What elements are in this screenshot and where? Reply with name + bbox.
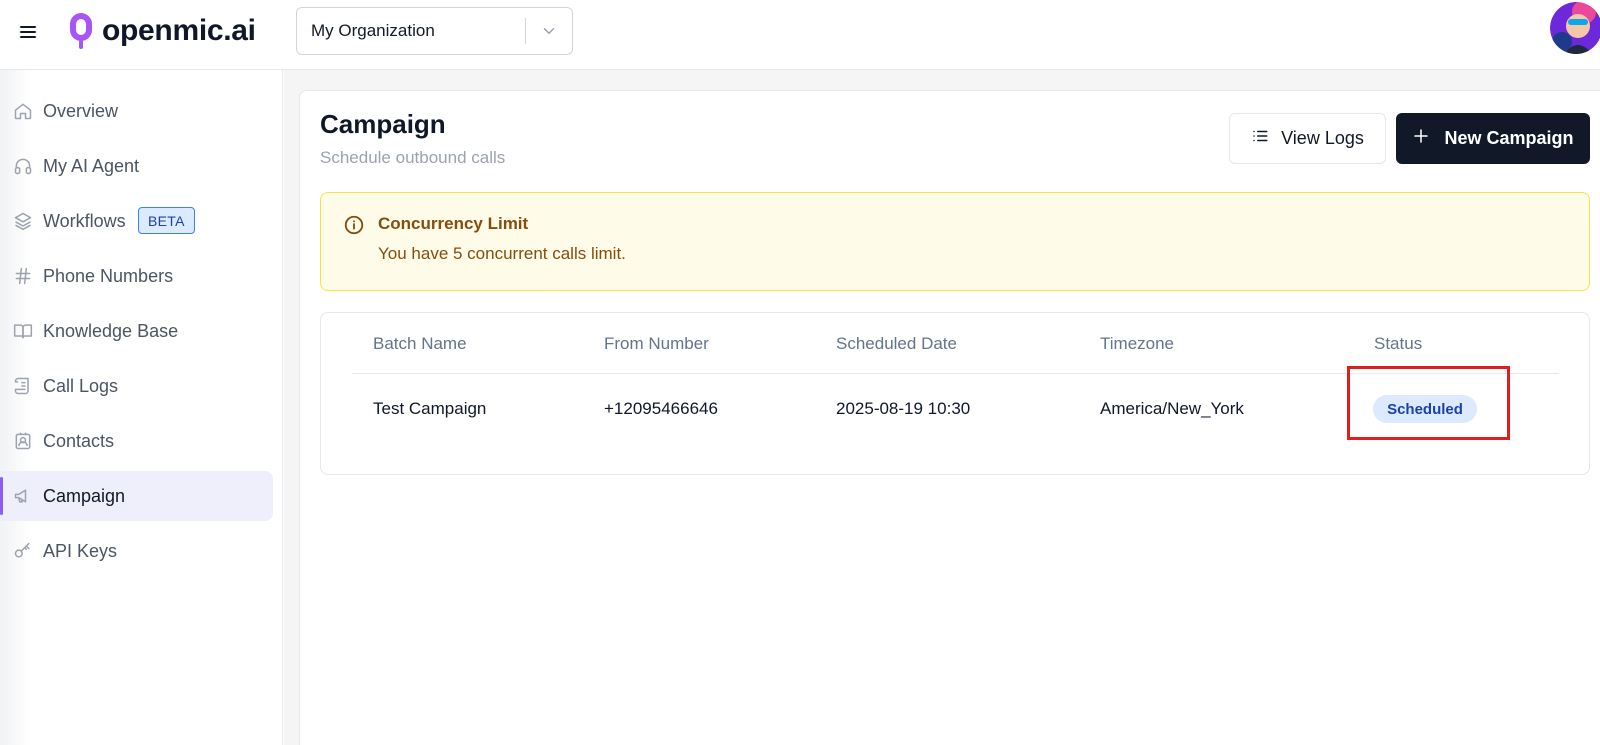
headphones-icon <box>12 155 34 177</box>
sidebar-item-label: Call Logs <box>43 375 119 396</box>
concurrency-alert: Concurrency Limit You have 5 concurrent … <box>320 192 1590 291</box>
avatar[interactable] <box>1550 2 1600 54</box>
column-header-timezone: Timezone <box>1100 334 1175 353</box>
cell-timezone: America/New_York <box>1100 399 1244 418</box>
sidebar-item-label: Campaign <box>43 485 126 506</box>
sidebar-item-label: Knowledge Base <box>43 320 179 341</box>
organization-select-value: My Organization <box>311 21 435 40</box>
sidebar-item-label: Phone Numbers <box>43 265 174 286</box>
hash-icon <box>12 265 34 287</box>
info-icon <box>343 214 365 236</box>
sidebar: Overview My AI Agent Workflows BETA Phon… <box>0 70 283 745</box>
cell-batch-name: Test Campaign <box>373 399 487 418</box>
organization-select[interactable]: My Organization <box>296 7 573 55</box>
sidebar-item-label: My AI Agent <box>43 155 140 176</box>
microphone-logo-icon <box>70 13 92 49</box>
sidebar-item-call-logs[interactable]: Call Logs <box>0 361 273 411</box>
column-header-batch-name: Batch Name <box>373 334 467 353</box>
cell-from-number: +12095466646 <box>604 399 718 418</box>
logo[interactable]: openmic.ai <box>66 10 256 52</box>
view-logs-button[interactable]: View Logs <box>1229 113 1386 164</box>
sidebar-item-label: Contacts <box>43 430 115 451</box>
layers-icon <box>12 210 34 232</box>
scroll-icon <box>12 375 34 397</box>
top-header: openmic.ai My Organization <box>0 0 1600 70</box>
view-logs-label: View Logs <box>1281 128 1364 148</box>
home-icon <box>12 100 34 122</box>
sidebar-item-my-ai-agent[interactable]: My AI Agent <box>0 141 273 191</box>
alert-message: You have 5 concurrent calls limit. <box>378 244 626 263</box>
new-campaign-button[interactable]: New Campaign <box>1396 113 1590 164</box>
contact-icon <box>12 430 34 452</box>
book-icon <box>12 320 34 342</box>
chevron-down-icon[interactable] <box>526 8 572 54</box>
sidebar-item-label: Workflows <box>43 210 126 231</box>
highlight-annotation <box>1347 366 1510 440</box>
page-title: Campaign <box>320 109 446 139</box>
sidebar-item-api-keys[interactable]: API Keys <box>0 526 273 576</box>
sidebar-item-label: API Keys <box>43 540 118 561</box>
sidebar-item-phone-numbers[interactable]: Phone Numbers <box>0 251 273 301</box>
megaphone-icon <box>12 485 34 507</box>
column-header-from-number: From Number <box>604 334 709 353</box>
alert-title: Concurrency Limit <box>378 214 529 233</box>
logo-text: openmic.ai <box>102 14 256 47</box>
page-subtitle: Schedule outbound calls <box>320 148 506 167</box>
column-header-scheduled-date: Scheduled Date <box>836 334 957 353</box>
plus-icon <box>1412 127 1430 150</box>
sidebar-item-campaign[interactable]: Campaign <box>0 471 273 521</box>
sidebar-item-knowledge-base[interactable]: Knowledge Base <box>0 306 273 356</box>
sidebar-item-overview[interactable]: Overview <box>0 86 273 136</box>
new-campaign-label: New Campaign <box>1444 128 1574 148</box>
cell-scheduled-date: 2025-08-19 10:30 <box>836 399 971 418</box>
menu-icon[interactable] <box>16 20 40 44</box>
key-icon <box>12 540 34 562</box>
column-header-status: Status <box>1374 334 1423 353</box>
sidebar-item-workflows[interactable]: Workflows BETA <box>0 196 273 246</box>
list-icon <box>1251 127 1269 150</box>
sidebar-item-label: Overview <box>43 100 119 121</box>
sidebar-item-contacts[interactable]: Contacts <box>0 416 273 466</box>
beta-badge: BETA <box>138 207 195 234</box>
